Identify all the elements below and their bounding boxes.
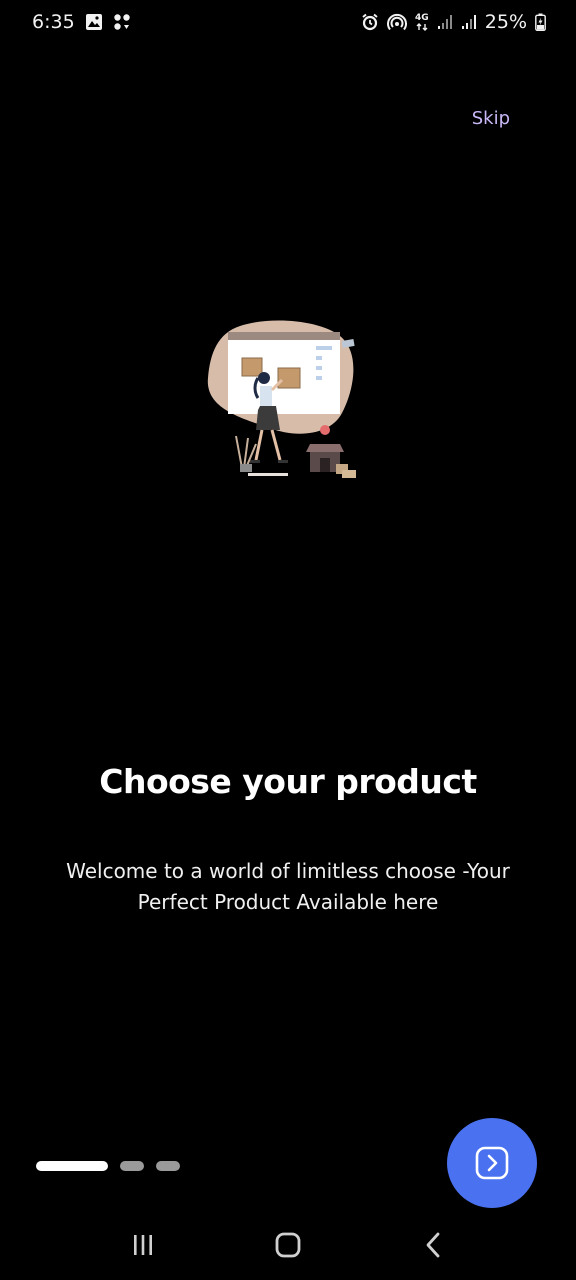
page-indicator-dot-2	[120, 1161, 144, 1171]
back-icon	[421, 1231, 445, 1259]
onboarding-illustration	[200, 318, 365, 483]
page-indicator	[36, 1161, 180, 1171]
app-notification-icon	[113, 13, 131, 31]
mobile-data-icon: 4G	[414, 12, 429, 31]
alarm-icon	[361, 13, 379, 31]
page-indicator-dot-3	[156, 1161, 180, 1171]
status-bar: 6:35 4G 25%	[0, 0, 576, 44]
status-right: 4G 25%	[361, 11, 546, 33]
next-button[interactable]	[447, 1118, 537, 1208]
status-left: 6:35	[32, 11, 131, 33]
skip-button[interactable]: Skip	[472, 108, 510, 129]
battery-percent: 25%	[484, 11, 527, 33]
onboarding-title: Choose your product	[99, 762, 477, 801]
onboarding-screen: 6:35 4G 25% Skip Choose your product Wel…	[0, 0, 576, 1280]
onboarding-subtitle: Welcome to a world of limitless choose -…	[66, 859, 510, 914]
signal-icon-2	[461, 14, 477, 30]
page-indicator-dot-1	[36, 1161, 108, 1171]
navigation-bar	[0, 1210, 576, 1280]
network-type: 4G	[414, 12, 429, 23]
status-time: 6:35	[32, 11, 75, 33]
chevron-right-icon	[474, 1145, 510, 1181]
gallery-icon	[85, 13, 103, 31]
recents-icon	[131, 1233, 155, 1257]
recents-button[interactable]	[113, 1215, 173, 1275]
home-button[interactable]	[258, 1215, 318, 1275]
hotspot-icon	[386, 13, 407, 31]
home-icon	[274, 1231, 302, 1259]
signal-icon-1	[437, 14, 453, 30]
back-button[interactable]	[403, 1215, 463, 1275]
battery-charging-icon	[535, 13, 546, 31]
